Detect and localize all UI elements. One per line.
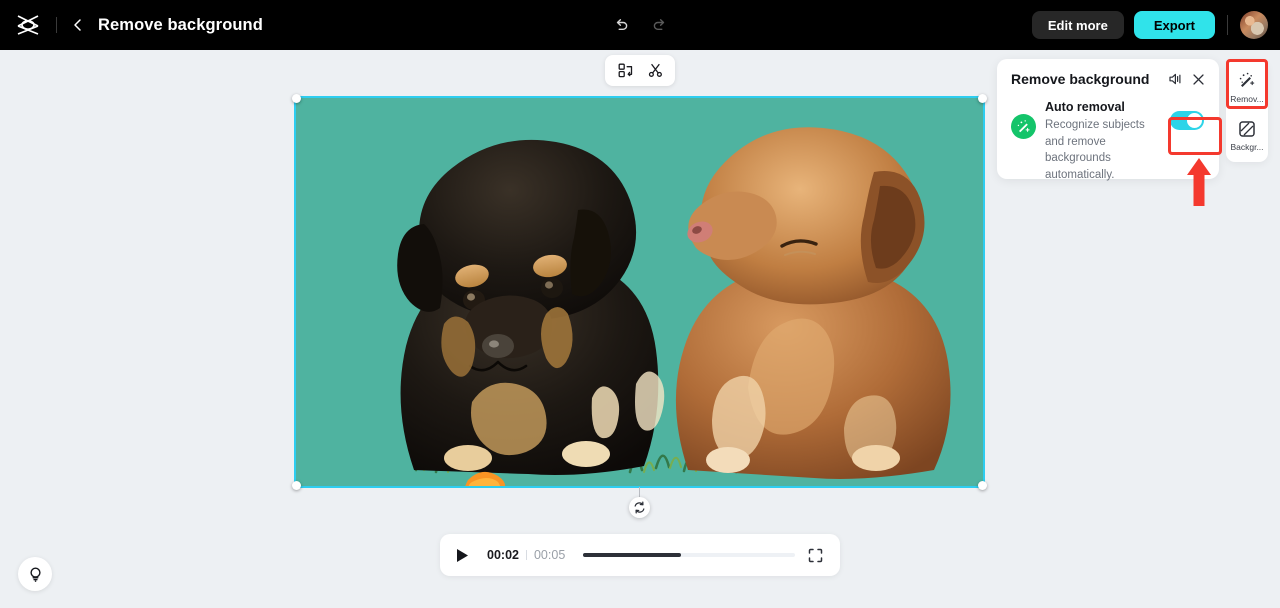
remove-background-panel: Remove background Auto removal Recognize… — [997, 59, 1219, 181]
page-title: Remove background — [98, 15, 263, 34]
resize-handle-bottom-right[interactable] — [978, 481, 987, 490]
resize-handle-bottom-left[interactable] — [292, 481, 301, 490]
resize-handle-top-right[interactable] — [978, 94, 987, 103]
auto-removal-badge — [1011, 114, 1036, 139]
chevron-left-icon — [74, 19, 81, 31]
play-button[interactable] — [456, 547, 472, 563]
scissors-icon — [648, 63, 662, 77]
panel-title: Remove background — [1011, 71, 1150, 87]
rotate-icon — [634, 501, 645, 514]
topbar-action-divider — [1227, 15, 1228, 35]
player-controls: 00:02 00:05 — [440, 534, 840, 576]
app-logo[interactable] — [0, 14, 56, 36]
undo-icon — [616, 18, 627, 30]
crop-split-button[interactable] — [615, 61, 635, 81]
magic-wand-icon — [1239, 72, 1255, 87]
progress-fill — [583, 553, 681, 557]
rotate-handle[interactable] — [629, 497, 650, 518]
auto-removal-title: Auto removal — [1045, 100, 1125, 114]
rail-label-background: Backgr... — [1230, 141, 1264, 152]
toggle-knob — [1187, 113, 1202, 128]
volume-button[interactable] — [1166, 70, 1184, 88]
edit-more-button[interactable]: Edit more — [1031, 11, 1124, 39]
rail-label-remove: Remov... — [1230, 93, 1264, 104]
panel-header: Remove background — [1011, 70, 1207, 88]
tool-rail: Remov... Backgr... — [1226, 60, 1268, 162]
lightbulb-icon — [29, 566, 41, 582]
capcut-logo-icon — [17, 15, 39, 35]
fullscreen-button[interactable] — [807, 547, 824, 564]
export-button[interactable]: Export — [1133, 11, 1215, 39]
redo-icon — [653, 18, 664, 30]
play-icon — [457, 548, 468, 562]
resize-handle-top-left[interactable] — [292, 94, 301, 103]
cut-button[interactable] — [645, 61, 665, 81]
topbar-actions: Edit more Export — [1031, 0, 1268, 50]
rail-item-remove-background[interactable]: Remov... — [1226, 63, 1268, 111]
rail-remove-icon-wrap — [1237, 71, 1257, 91]
progress-slider[interactable] — [583, 553, 795, 557]
auto-removal-text: Auto removal Recognize subjects and remo… — [1036, 100, 1167, 183]
total-time: 00:05 — [533, 548, 566, 562]
time-divider — [525, 550, 527, 560]
close-panel-button[interactable] — [1189, 70, 1207, 88]
undo-button[interactable] — [608, 12, 634, 38]
clip-mini-toolbar — [605, 55, 675, 86]
redo-button[interactable] — [646, 12, 672, 38]
auto-removal-toggle[interactable] — [1170, 111, 1204, 130]
volume-icon — [1169, 73, 1181, 85]
current-time: 00:02 — [487, 548, 519, 562]
rail-item-background[interactable]: Backgr... — [1226, 111, 1268, 159]
top-bar: Remove background Edit more Export — [0, 0, 1280, 50]
background-pattern-icon — [1239, 120, 1255, 137]
help-button[interactable] — [18, 557, 52, 591]
video-media-content — [296, 98, 983, 486]
crop-split-icon — [618, 63, 632, 78]
magic-wand-icon — [1017, 120, 1030, 133]
auto-removal-toggle-cell — [1167, 111, 1207, 130]
fullscreen-icon — [808, 548, 823, 562]
app-root: Remove background Edit more Export 00:02… — [0, 0, 1280, 608]
rail-background-icon-wrap — [1237, 119, 1257, 139]
topbar-divider — [56, 17, 57, 33]
back-button[interactable] — [67, 14, 89, 36]
auto-removal-row: Auto removal Recognize subjects and remo… — [1011, 100, 1207, 183]
auto-removal-description: Recognize subjects and remove background… — [1045, 119, 1145, 181]
close-icon — [1192, 73, 1204, 85]
video-preview[interactable] — [294, 96, 985, 488]
avatar[interactable] — [1240, 11, 1268, 39]
